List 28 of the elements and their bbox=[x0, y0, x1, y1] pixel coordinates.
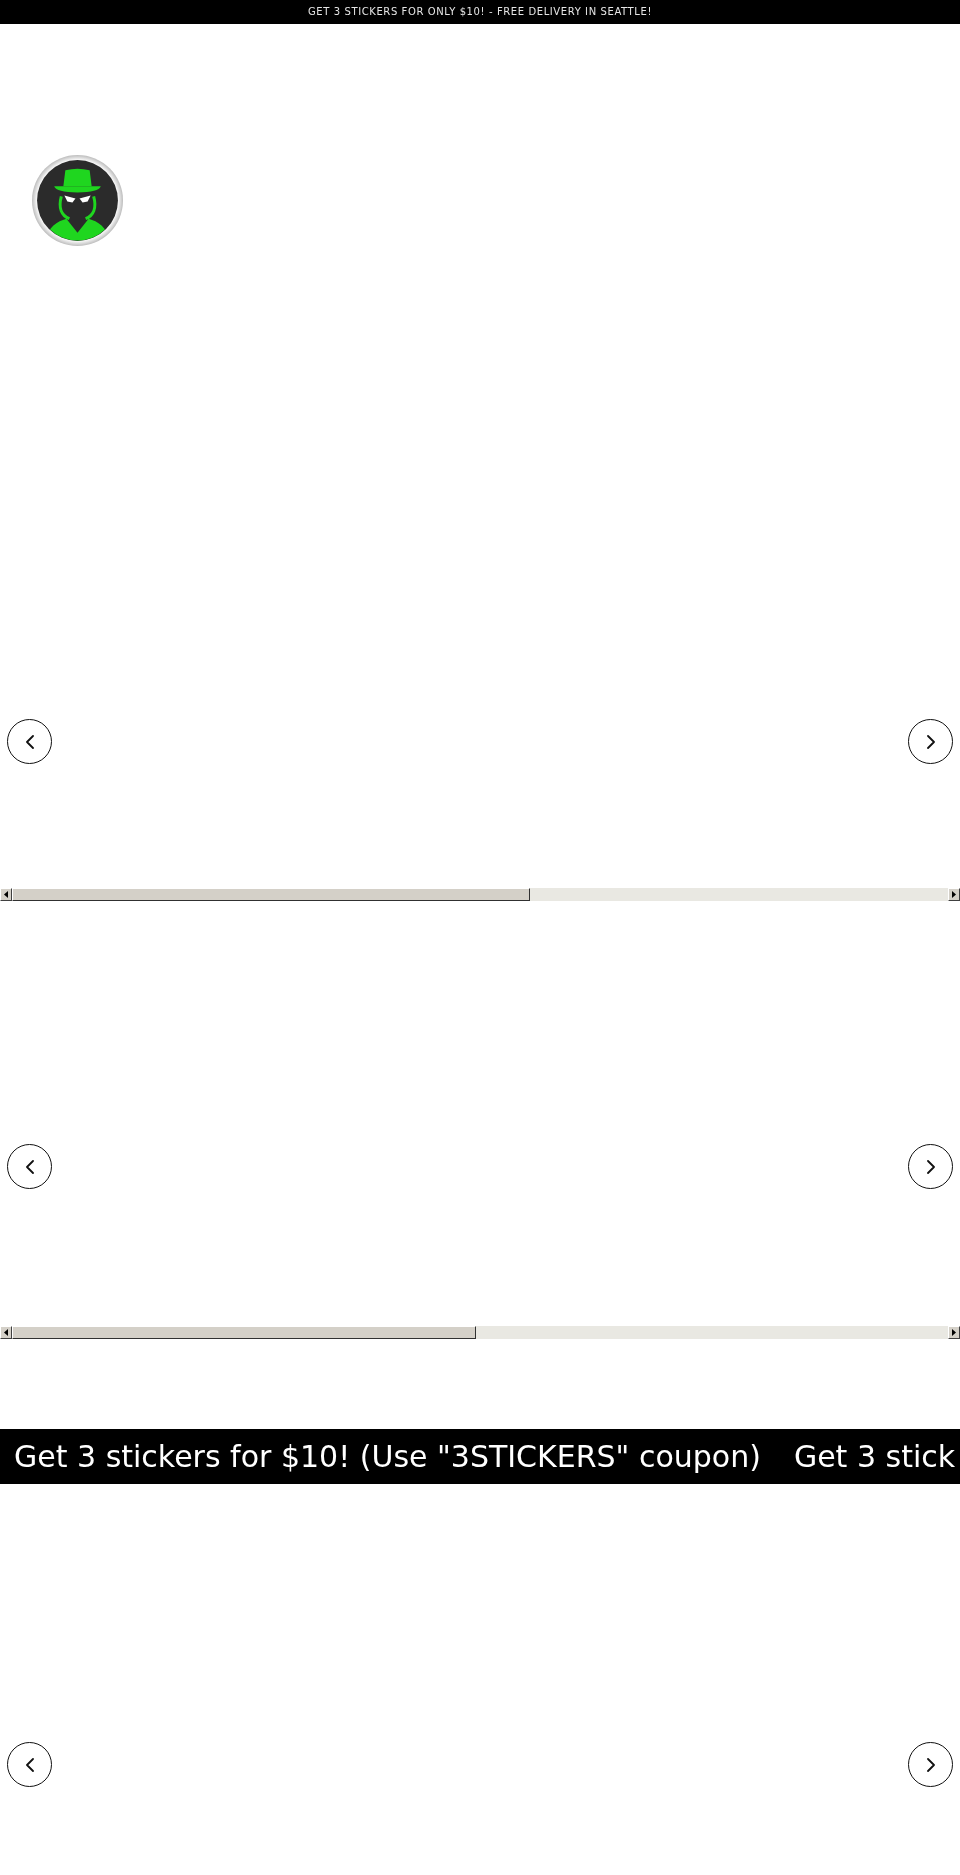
next-button[interactable] bbox=[908, 1144, 953, 1189]
chevron-left-icon bbox=[25, 1159, 34, 1174]
announcement-text: GET 3 STICKERS FOR ONLY $10! - FREE DELIVERY IN SEATTLE! bbox=[308, 7, 652, 17]
chevron-right-icon bbox=[926, 1757, 935, 1772]
triangle-left-icon bbox=[4, 1329, 8, 1336]
previous-button[interactable] bbox=[7, 1144, 52, 1189]
horizontal-scrollbar[interactable] bbox=[0, 888, 960, 901]
scroll-left-button[interactable] bbox=[0, 888, 12, 901]
chevron-left-icon bbox=[25, 734, 34, 749]
chevron-right-icon bbox=[926, 1159, 935, 1174]
hat-figure-logo[interactable] bbox=[32, 155, 123, 246]
triangle-right-icon bbox=[952, 891, 956, 898]
triangle-right-icon bbox=[952, 1329, 956, 1336]
chevron-right-icon bbox=[926, 734, 935, 749]
scroll-right-button[interactable] bbox=[948, 1326, 960, 1339]
previous-button[interactable] bbox=[7, 1742, 52, 1787]
next-button[interactable] bbox=[908, 719, 953, 764]
scroll-right-button[interactable] bbox=[948, 888, 960, 901]
previous-button[interactable] bbox=[7, 719, 52, 764]
scrollbar-thumb[interactable] bbox=[12, 888, 530, 901]
triangle-left-icon bbox=[4, 891, 8, 898]
next-button[interactable] bbox=[908, 1742, 953, 1787]
horizontal-scrollbar[interactable] bbox=[0, 1326, 960, 1339]
scroll-left-button[interactable] bbox=[0, 1326, 12, 1339]
chevron-left-icon bbox=[25, 1757, 34, 1772]
scrollbar-thumb[interactable] bbox=[12, 1326, 476, 1339]
marquee-text: Get 3 stick bbox=[793, 1441, 956, 1472]
marquee-text: Get 3 stickers for $10! (Use "3STICKERS" coupon) bbox=[14, 1441, 761, 1472]
